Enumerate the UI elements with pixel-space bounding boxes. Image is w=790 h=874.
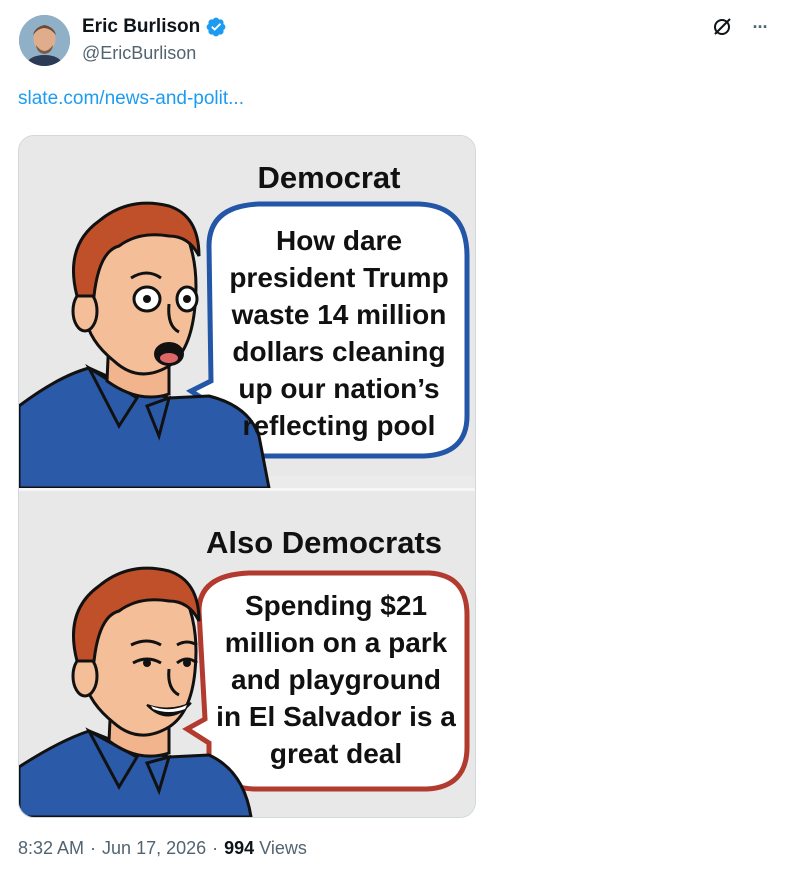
bubble-line: in El Salvador is a (216, 701, 456, 732)
meta-separator: · (212, 838, 219, 858)
panel-1-bubble-text: How dare president Trump waste 14 millio… (215, 222, 463, 444)
author-name[interactable]: Eric Burlison (82, 16, 200, 38)
article-link[interactable]: slate.com/news-and-polit... (18, 88, 244, 110)
author-name-row[interactable]: Eric Burlison (82, 16, 227, 38)
tweet-actions-top: ··· (709, 14, 773, 40)
more-button[interactable]: ··· (747, 14, 773, 40)
tweet-time[interactable]: 8:32 AM (18, 838, 84, 859)
tweet-meta: 8:32 AM · Jun 17, 2026 · 994 Views (18, 838, 307, 859)
meme-panel-2: Also Democrats Spending $21 million on a… (19, 491, 475, 817)
tweet-media[interactable]: Democrat How dare president Trump waste … (18, 135, 476, 818)
grok-icon (711, 18, 731, 38)
bubble-line: Spending $21 (244, 590, 428, 621)
bubble-line: waste 14 million (231, 299, 447, 330)
bubble-line: How dare (275, 225, 403, 256)
bubble-line: president Trump (229, 262, 449, 293)
bubble-line: and playground (231, 664, 441, 695)
verified-badge-icon (206, 17, 226, 37)
bubble-line: reflecting pool (242, 410, 436, 441)
bubble-line: dollars cleaning (232, 336, 446, 367)
views-label: Views (259, 838, 307, 858)
views-count: 994 (224, 838, 255, 858)
meta-separator: · (90, 838, 97, 858)
bubble-line: great deal (269, 738, 403, 769)
tweet-date[interactable]: Jun 17, 2026 (102, 838, 206, 859)
grok-button[interactable] (709, 14, 735, 40)
panel-2-bubble-text: Spending $21 million on a park and playg… (205, 587, 467, 772)
bubble-line: up our nation’s (238, 373, 440, 404)
meme-panel-1: Democrat How dare president Trump waste … (19, 136, 475, 488)
avatar-photo (19, 15, 70, 66)
bubble-line: million on a park (224, 627, 448, 658)
author-handle[interactable]: @EricBurlison (82, 43, 196, 64)
more-icon: ··· (752, 16, 769, 37)
views-count-wrap[interactable]: 994 Views (224, 838, 307, 859)
avatar[interactable] (19, 15, 70, 66)
